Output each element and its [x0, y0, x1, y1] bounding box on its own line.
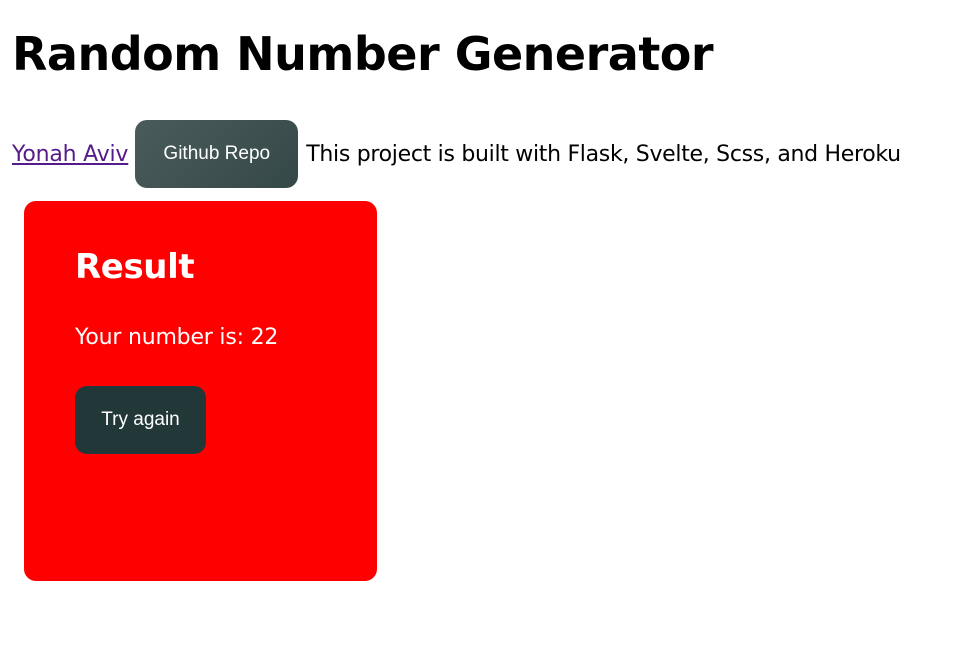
- result-number: 22: [250, 325, 279, 350]
- project-description: This project is built with Flask, Svelte…: [306, 141, 901, 167]
- result-prefix: Your number is:: [75, 325, 251, 350]
- author-link[interactable]: Yonah Aviv: [12, 142, 128, 167]
- result-card: Result Your number is: 22 Try again: [24, 201, 377, 581]
- github-repo-button[interactable]: Github Repo: [135, 120, 299, 188]
- info-row: Yonah Aviv Github Repo This project is b…: [12, 120, 901, 188]
- result-text: Your number is: 22: [75, 323, 278, 353]
- page-title: Random Number Generator: [12, 27, 714, 81]
- result-title: Result: [75, 247, 195, 287]
- page: Random Number Generator Yonah Aviv Githu…: [0, 0, 967, 672]
- try-again-button[interactable]: Try again: [75, 386, 206, 454]
